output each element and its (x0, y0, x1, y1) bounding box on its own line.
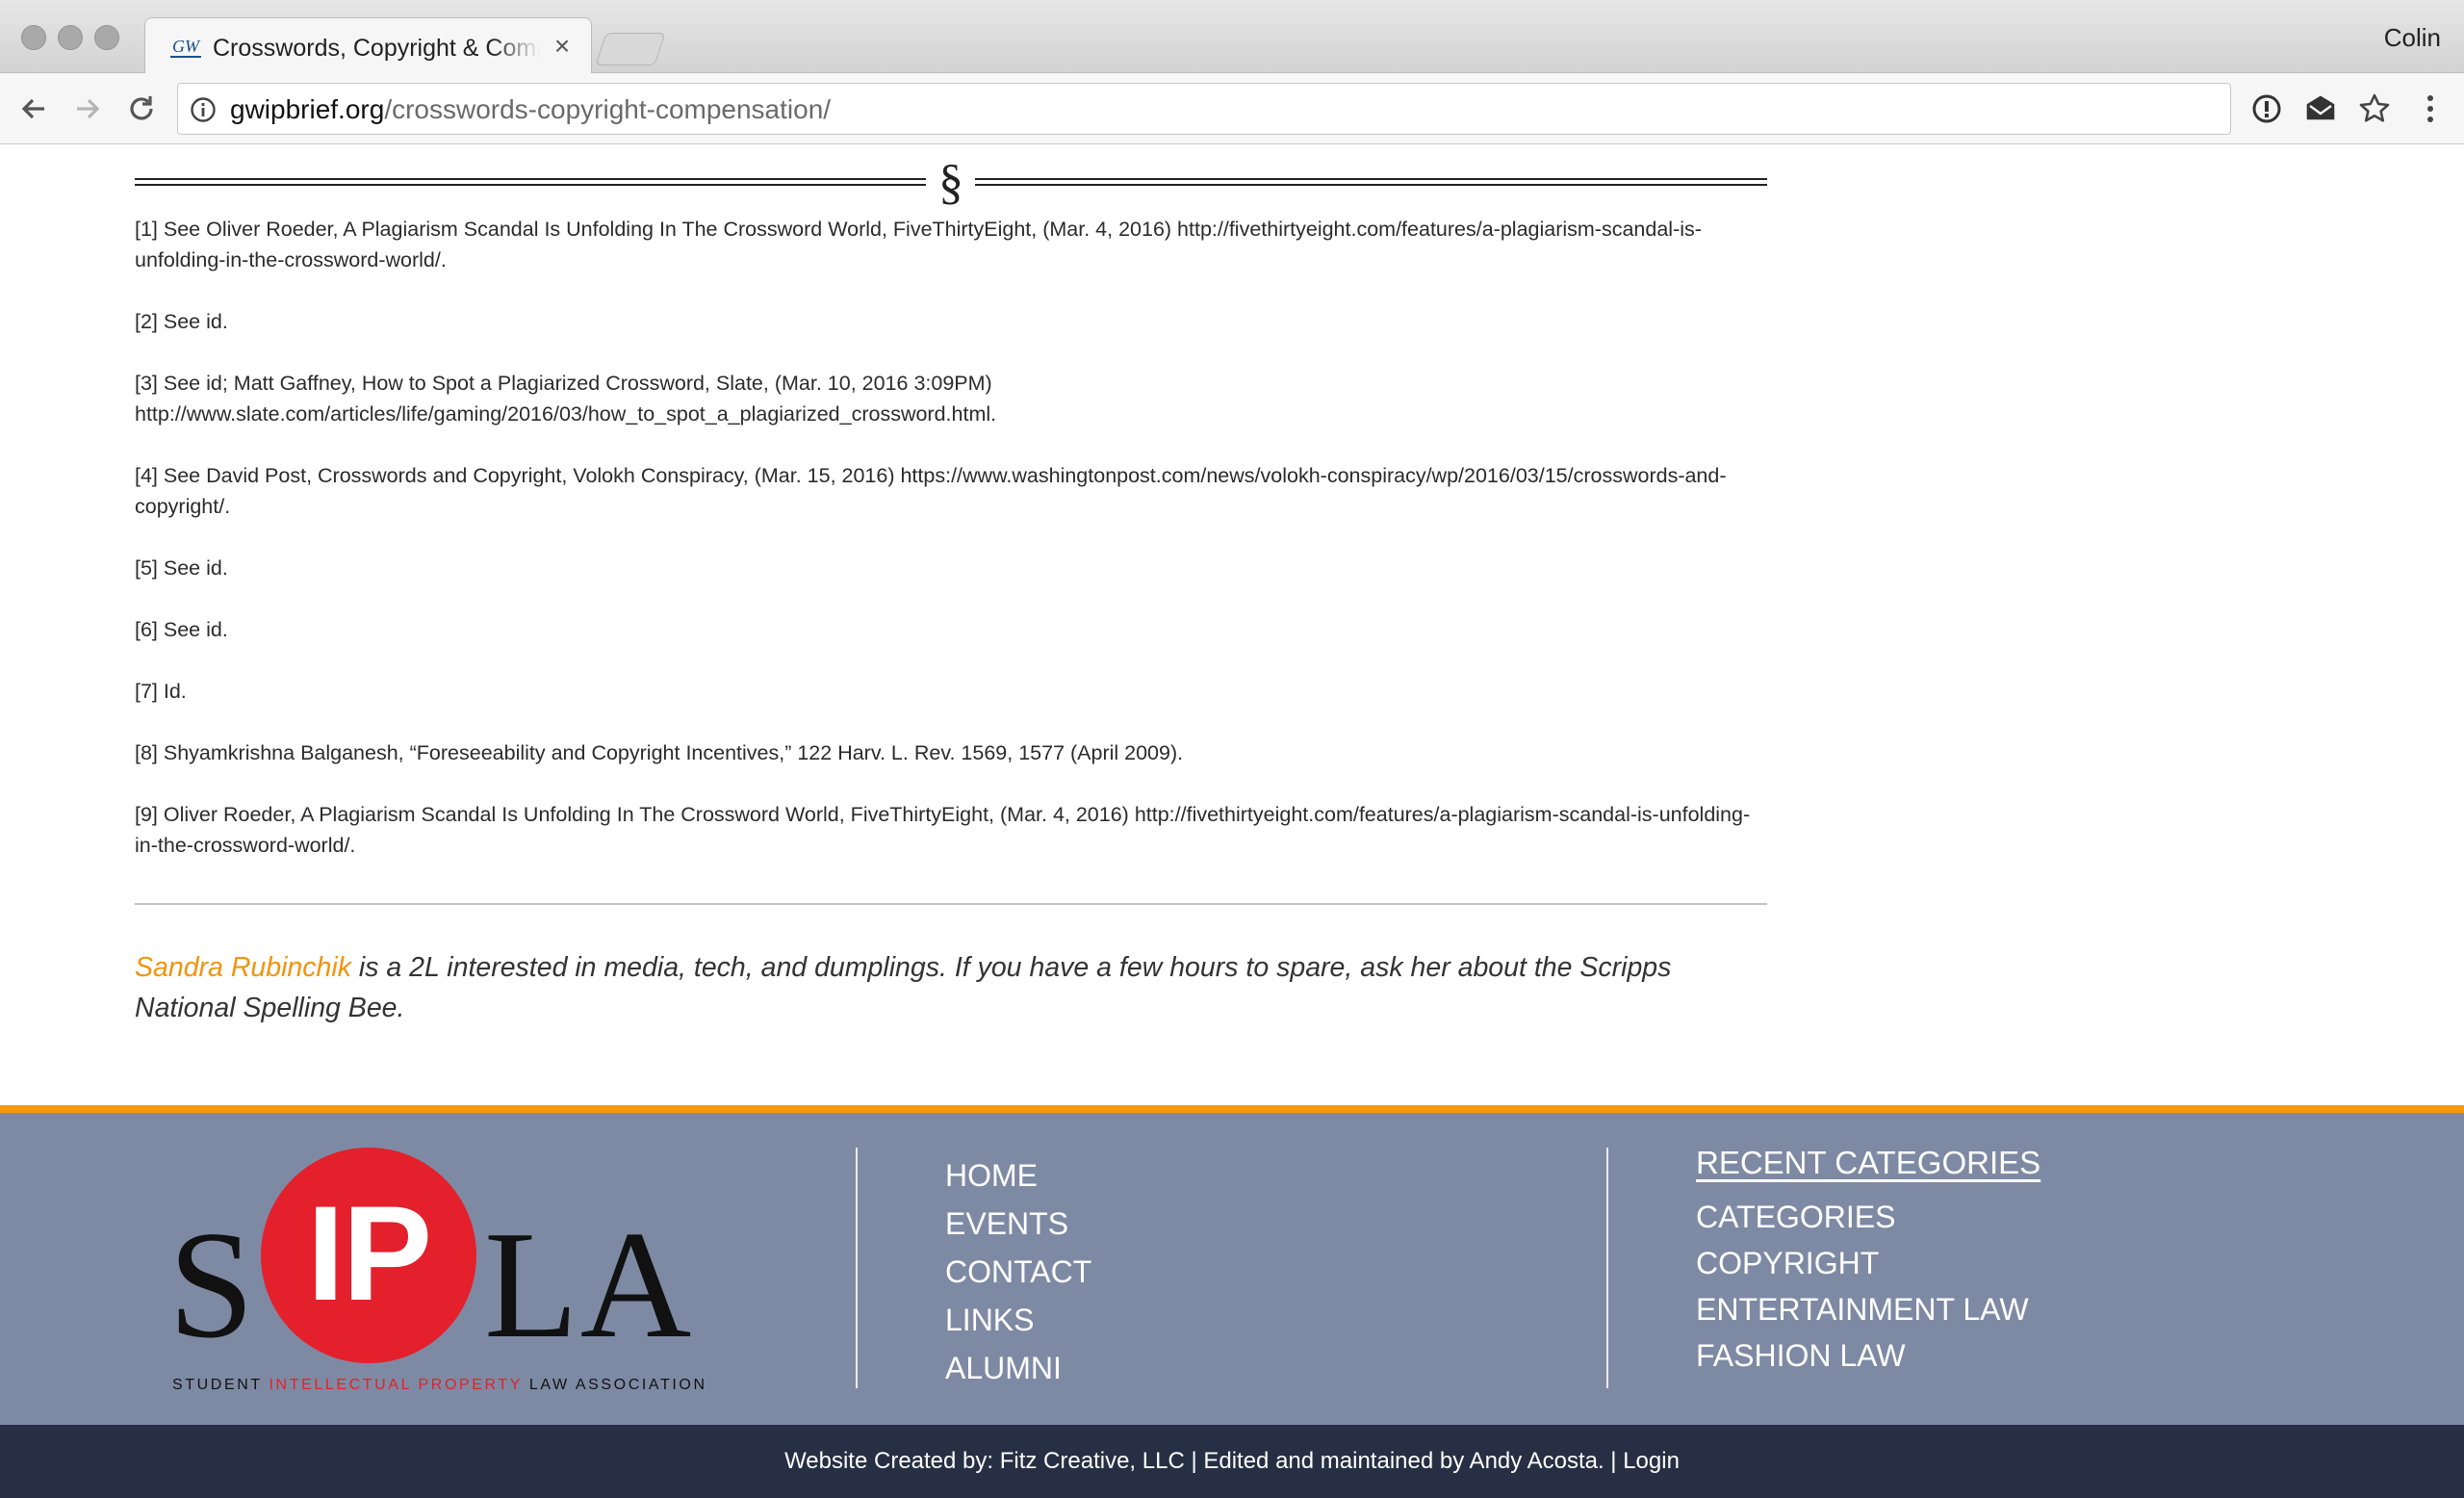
logo-letters-ip: IP (306, 1177, 432, 1329)
back-arrow-icon[interactable] (13, 89, 54, 129)
footnote-item: [4] See David Post, Crosswords and Copyr… (135, 464, 1727, 518)
site-footer: S IP LA STUDENT INTELLECTUAL PROPERTY LA… (0, 1105, 2464, 1425)
info-icon[interactable] (190, 96, 217, 123)
maximize-window-button[interactable] (94, 25, 119, 50)
mail-icon[interactable] (2302, 90, 2339, 127)
new-tab-button[interactable] (595, 33, 666, 65)
author-bio: Sandra Rubinchik is a 2L interested in m… (135, 947, 1767, 1028)
recent-categories-heading[interactable]: RECENT CATEGORIES (1696, 1142, 2040, 1184)
logo-tagline: STUDENT INTELLECTUAL PROPERTY LAW ASSOCI… (172, 1377, 707, 1393)
forward-arrow-icon[interactable] (67, 89, 108, 129)
gw-favicon-icon: GW (170, 37, 201, 58)
password-key-icon[interactable] (2248, 90, 2285, 127)
minimize-window-button[interactable] (58, 25, 83, 50)
footer-credits[interactable]: Website Created by: Fitz Creative, LLC |… (0, 1446, 2464, 1477)
category-link-categories[interactable]: CATEGORIES (1696, 1194, 2040, 1240)
address-bar[interactable]: gwipbrief.org/crosswords-copyright-compe… (177, 83, 2231, 135)
footnote-item: [9] Oliver Roeder, A Plagiarism Scandal … (135, 803, 1751, 857)
tab-close-icon[interactable]: × (548, 32, 577, 61)
logo-letters-la: LA (484, 1199, 694, 1370)
bookmark-star-icon[interactable] (2356, 90, 2393, 127)
category-link-copyright[interactable]: COPYRIGHT (1696, 1240, 2040, 1286)
url-path: /crosswords-copyright-compensation/ (384, 94, 832, 124)
browser-tab-active[interactable]: GW Crosswords, Copyright & Compensation … (144, 17, 592, 74)
footnote-item: [6] See id. (135, 618, 228, 641)
footer-nav-alumni[interactable]: ALUMNI (945, 1344, 1091, 1392)
footer-credits-bar: Website Created by: Fitz Creative, LLC |… (0, 1425, 2464, 1498)
article-divider (135, 903, 1767, 905)
footnote-item: [1] See Oliver Roeder, A Plagiarism Scan… (135, 218, 1702, 271)
reload-icon[interactable] (121, 89, 162, 129)
footer-nav: HOME EVENTS CONTACT LINKS ALUMNI (945, 1151, 1091, 1392)
footer-separator (856, 1148, 858, 1388)
footer-nav-contact[interactable]: CONTACT (945, 1248, 1091, 1296)
footnote-item: [7] Id. (135, 680, 187, 703)
browser-toolbar: gwipbrief.org/crosswords-copyright-compe… (0, 73, 2464, 144)
section-mark: § (938, 155, 963, 210)
footer-nav-links[interactable]: LINKS (945, 1296, 1091, 1344)
author-link[interactable]: Sandra Rubinchik (135, 952, 351, 983)
footnotes-list: [1] See Oliver Roeder, A Plagiarism Scan… (135, 214, 1767, 891)
recent-categories: RECENT CATEGORIES CATEGORIES COPYRIGHT ENT… (1696, 1142, 2040, 1379)
category-list: CATEGORIES COPYRIGHT ENTERTAINMENT LAW FASH… (1696, 1194, 2040, 1379)
sipla-logo[interactable]: S IP LA STUDENT INTELLECTUAL PROPERTY LA… (168, 1148, 707, 1398)
category-link-fashion-law[interactable]: FASHION LAW (1696, 1332, 2040, 1379)
footer-nav-home[interactable]: HOME (945, 1151, 1091, 1200)
footnote-item: [8] Shyamkrishna Balganesh, “Foreseeabil… (135, 741, 1184, 764)
logo-letter-s: S (168, 1199, 254, 1370)
category-link-entertainment-law[interactable]: ENTERTAINMENT LAW (1696, 1286, 2040, 1332)
author-bio-text: is a 2L interested in media, tech, and d… (135, 952, 1672, 1023)
profile-name[interactable]: Colin (2384, 23, 2441, 53)
footnote-item: [3] See id; Matt Gaffney, How to Spot a … (135, 372, 997, 426)
close-window-button[interactable] (21, 25, 46, 50)
footer-separator (1606, 1148, 1608, 1388)
tab-title: Crosswords, Copyright & Compensation (213, 34, 540, 63)
section-divider: § (135, 156, 1767, 210)
url-host: gwipbrief.org (230, 94, 385, 124)
footnote-item: [2] See id. (135, 310, 228, 333)
footnote-item: [5] See id. (135, 556, 228, 580)
menu-dots-icon[interactable] (2412, 90, 2449, 127)
browser-titlebar: GW Crosswords, Copyright & Compensation … (0, 0, 2464, 74)
url-text[interactable]: gwipbrief.org/crosswords-copyright-compe… (230, 95, 831, 124)
footer-nav-events[interactable]: EVENTS (945, 1200, 1091, 1248)
